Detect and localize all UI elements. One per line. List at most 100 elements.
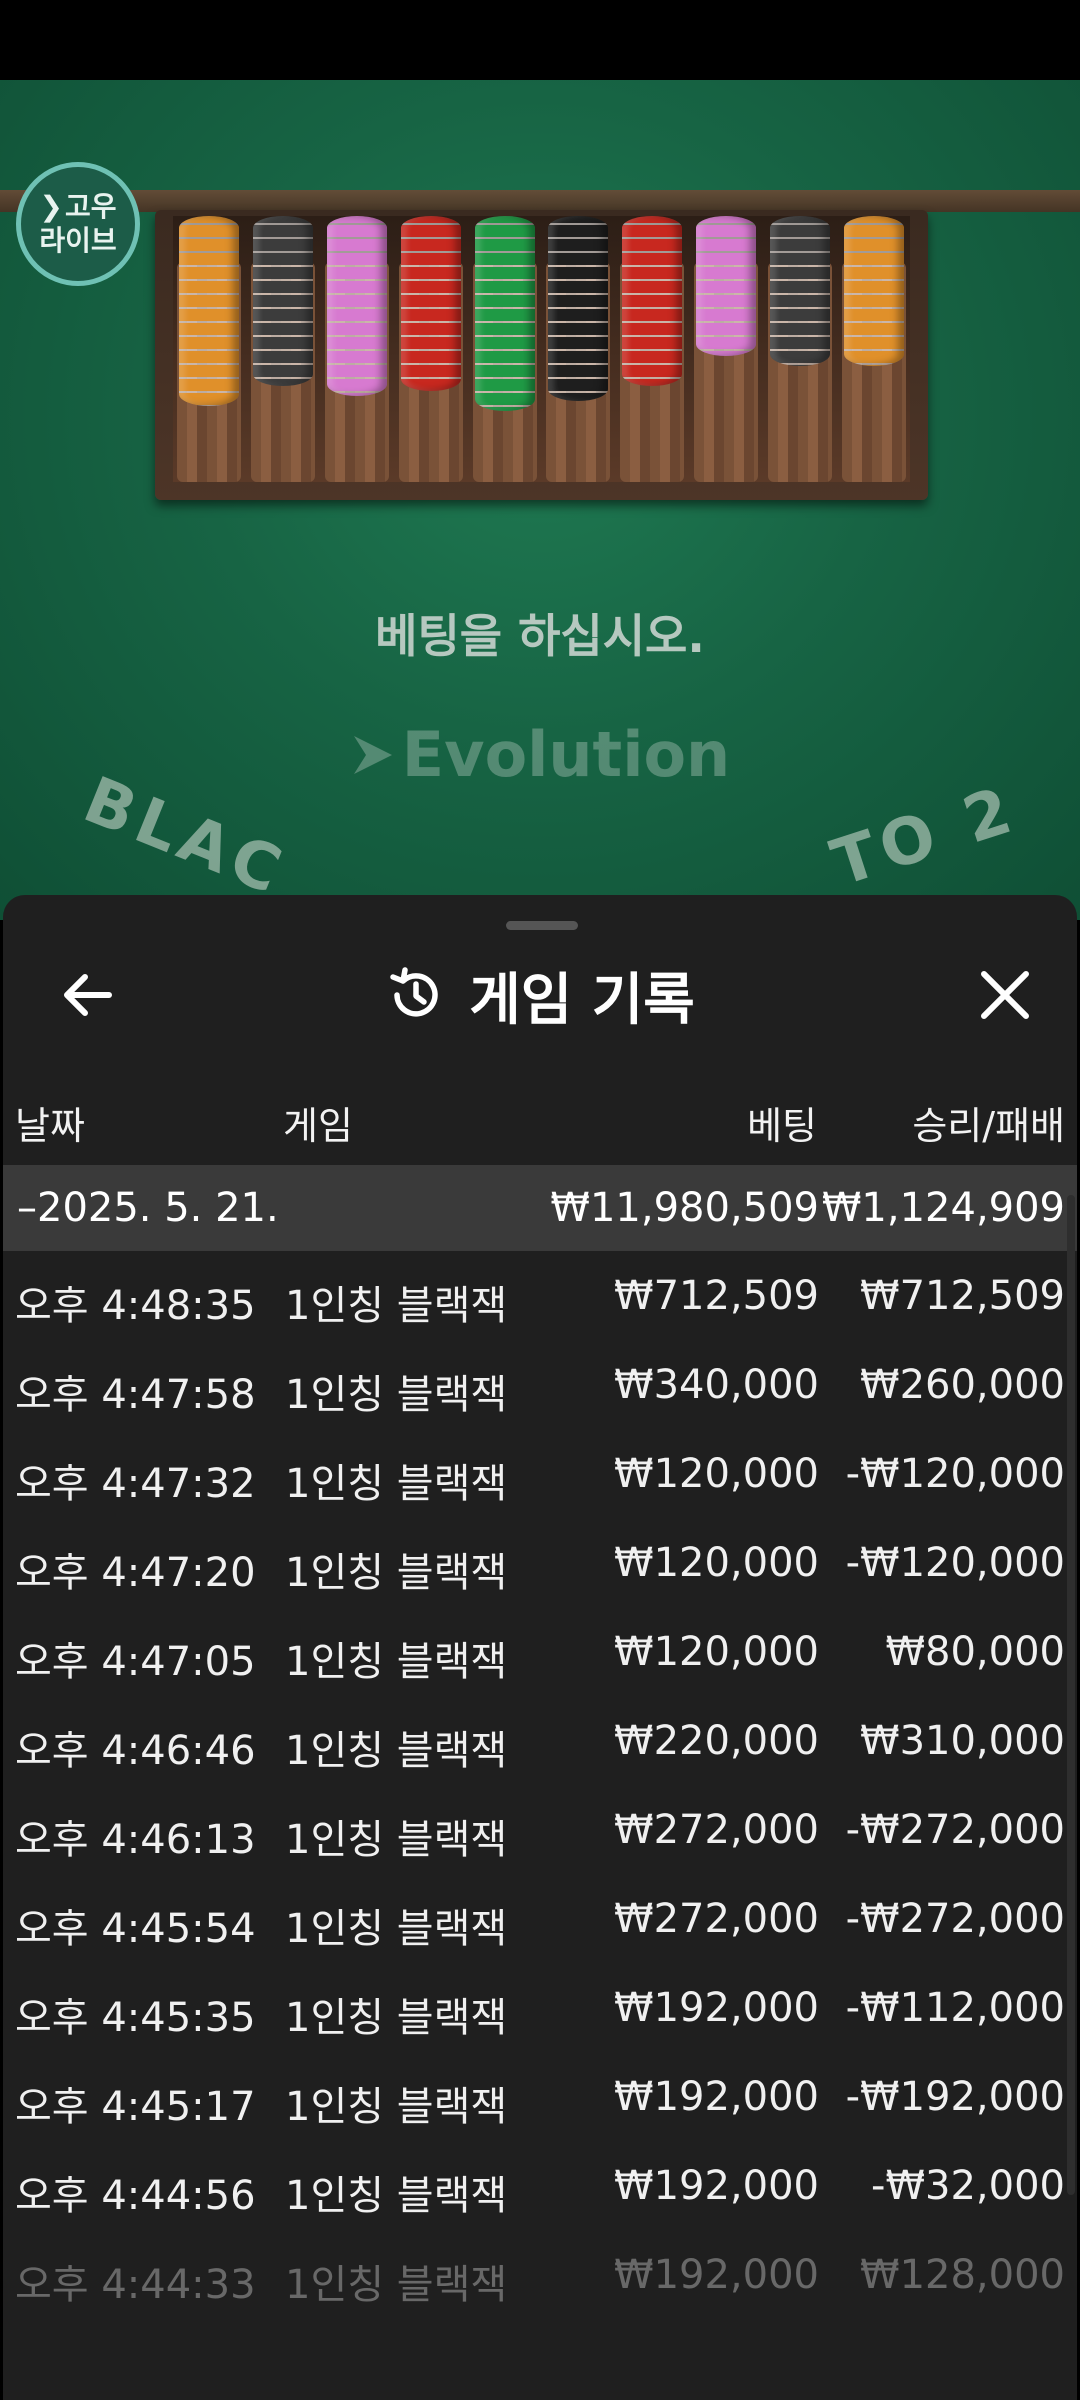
game-history-sheet: 게임 기록 날짜 게임 베팅 승리/패배 –2025. 5. 21. ₩11,9… [3, 895, 1077, 2400]
row-time: 오후 4:47:32 [15, 1461, 256, 1507]
row-win-loss: -₩32,000 [871, 2163, 1065, 2209]
close-button[interactable] [965, 955, 1045, 1035]
column-header-win-loss[interactable]: 승리/패배 [912, 1095, 1065, 1150]
column-header-date[interactable]: 날짜 [15, 1095, 85, 1150]
row-bet: ₩712,509 [614, 1273, 819, 1319]
chip-stack [398, 216, 463, 482]
row-win-loss: -₩120,000 [845, 1540, 1065, 1586]
sheet-title: 게임 기록 [469, 967, 695, 1033]
table-row[interactable]: 오후 4:44:56 1인칭 블랙잭 ₩192,000 -₩32,000 [3, 2143, 1077, 2232]
row-win-loss: -₩120,000 [845, 1451, 1065, 1497]
row-game: 1인칭 블랙잭 [285, 1817, 508, 1863]
chip-stack [250, 216, 315, 482]
row-bet: ₩192,000 [614, 2252, 819, 2298]
chip-stack [324, 216, 389, 482]
table-row[interactable]: 오후 4:46:46 1인칭 블랙잭 ₩220,000 ₩310,000 [3, 1698, 1077, 1787]
row-bet: ₩220,000 [614, 1718, 819, 1764]
chip-stack [768, 216, 832, 482]
history-icon [390, 967, 438, 1017]
row-bet: ₩192,000 [614, 1985, 819, 2031]
table-rail [0, 190, 1080, 212]
chip-stack [841, 216, 906, 482]
row-game: 1인칭 블랙잭 [285, 2084, 508, 2130]
date-group-total-bet: ₩11,980,509 [550, 1185, 819, 1231]
row-time: 오후 4:46:13 [15, 1817, 256, 1863]
table-row[interactable]: 오후 4:45:35 1인칭 블랙잭 ₩192,000 -₩112,000 [3, 1965, 1077, 2054]
row-game: 1인칭 블랙잭 [285, 1372, 508, 1418]
row-time: 오후 4:45:54 [15, 1906, 256, 1952]
table-row[interactable]: 오후 4:45:54 1인칭 블랙잭 ₩272,000 -₩272,000 [3, 1876, 1077, 1965]
row-time: 오후 4:45:35 [15, 1995, 256, 2041]
chip-stack [694, 216, 759, 482]
row-bet: ₩120,000 [614, 1629, 819, 1675]
row-time: 오후 4:45:17 [15, 2084, 256, 2130]
row-win-loss: ₩80,000 [885, 1629, 1065, 1675]
row-bet: ₩120,000 [614, 1540, 819, 1586]
row-time: 오후 4:48:35 [15, 1283, 256, 1329]
column-header-bet[interactable]: 베팅 [747, 1095, 817, 1150]
table-row[interactable]: 오후 4:47:32 1인칭 블랙잭 ₩120,000 -₩120,000 [3, 1431, 1077, 1520]
close-icon [981, 971, 1029, 1019]
scrollbar[interactable] [1067, 1195, 1075, 2195]
row-bet: ₩340,000 [614, 1362, 819, 1408]
casino-logo-badge: ❯ 고우 라이브 [16, 162, 140, 286]
row-time: 오후 4:47:20 [15, 1550, 256, 1596]
evolution-brand-text: Evolution [401, 718, 731, 791]
chip-stack [472, 216, 537, 482]
table-row[interactable]: 오후 4:45:17 1인칭 블랙잭 ₩192,000 -₩192,000 [3, 2054, 1077, 2143]
logo-leaf-icon: ❯ [39, 190, 63, 223]
row-game: 1인칭 블랙잭 [285, 1728, 508, 1774]
row-win-loss: ₩310,000 [860, 1718, 1065, 1764]
row-time: 오후 4:44:56 [15, 2173, 256, 2219]
row-win-loss: ₩128,000 [860, 2252, 1065, 2298]
status-bar [0, 0, 1080, 80]
row-time: 오후 4:44:33 [15, 2262, 256, 2308]
bet-prompt: 베팅을 하십시오. [375, 609, 705, 663]
logo-text-line1: 고우 [64, 190, 117, 223]
row-win-loss: -₩192,000 [845, 2074, 1065, 2120]
row-win-loss: ₩260,000 [860, 1362, 1065, 1408]
chip-stack [546, 216, 611, 482]
date-group-row[interactable]: –2025. 5. 21. ₩11,980,509 ₩1,124,909 [3, 1165, 1077, 1251]
sheet-header: 게임 기록 [3, 895, 1077, 1065]
table-row[interactable]: 오후 4:47:20 1인칭 블랙잭 ₩120,000 -₩120,000 [3, 1520, 1077, 1609]
row-bet: ₩272,000 [614, 1807, 819, 1853]
date-group-date: –2025. 5. 21. [17, 1185, 279, 1231]
column-header-game[interactable]: 게임 [283, 1095, 353, 1150]
row-game: 1인칭 블랙잭 [285, 1283, 508, 1329]
row-time: 오후 4:47:58 [15, 1372, 256, 1418]
row-game: 1인칭 블랙잭 [285, 2262, 508, 2308]
row-game: 1인칭 블랙잭 [285, 1995, 508, 2041]
row-time: 오후 4:47:05 [15, 1639, 256, 1685]
row-win-loss: -₩112,000 [845, 1985, 1065, 2031]
chip-tray [155, 210, 928, 500]
history-list: 오후 4:48:35 1인칭 블랙잭 ₩712,509 ₩712,509 오후 4:47… [3, 1253, 1077, 2321]
row-bet: ₩120,000 [614, 1451, 819, 1497]
row-win-loss: ₩712,509 [860, 1273, 1065, 1319]
row-game: 1인칭 블랙잭 [285, 1550, 508, 1596]
evolution-logo: Evolution [0, 718, 1080, 791]
table-row[interactable]: 오후 4:47:05 1인칭 블랙잭 ₩120,000 ₩80,000 [3, 1609, 1077, 1698]
table-row[interactable]: 오후 4:47:58 1인칭 블랙잭 ₩340,000 ₩260,000 [3, 1342, 1077, 1431]
table-arc-text-right: TO 2 [823, 772, 1026, 902]
table-header: 날짜 게임 베팅 승리/패배 [3, 1085, 1077, 1149]
table-row[interactable]: 오후 4:46:13 1인칭 블랙잭 ₩272,000 -₩272,000 [3, 1787, 1077, 1876]
row-game: 1인칭 블랙잭 [285, 1461, 508, 1507]
row-win-loss: -₩272,000 [845, 1807, 1065, 1853]
date-group-total-win: ₩1,124,909 [821, 1185, 1065, 1231]
row-bet: ₩192,000 [614, 2163, 819, 2209]
chip-stack [177, 216, 241, 482]
row-game: 1인칭 블랙잭 [285, 1906, 508, 1952]
row-bet: ₩192,000 [614, 2074, 819, 2120]
row-time: 오후 4:46:46 [15, 1728, 256, 1774]
chip-stack [620, 216, 685, 482]
row-game: 1인칭 블랙잭 [285, 1639, 508, 1685]
live-game-view: ❯ 고우 라이브 베팅을 하십시오. Evolution BLAC TO 2 [0, 80, 1080, 920]
row-bet: ₩272,000 [614, 1896, 819, 1942]
logo-text-line2: 라이브 [39, 224, 117, 257]
table-row[interactable]: 오후 4:44:33 1인칭 블랙잭 ₩192,000 ₩128,000 [3, 2232, 1077, 2321]
evolution-mark-icon [353, 736, 392, 774]
row-win-loss: -₩272,000 [845, 1896, 1065, 1942]
row-game: 1인칭 블랙잭 [285, 2173, 508, 2219]
table-row[interactable]: 오후 4:48:35 1인칭 블랙잭 ₩712,509 ₩712,509 [3, 1253, 1077, 1342]
